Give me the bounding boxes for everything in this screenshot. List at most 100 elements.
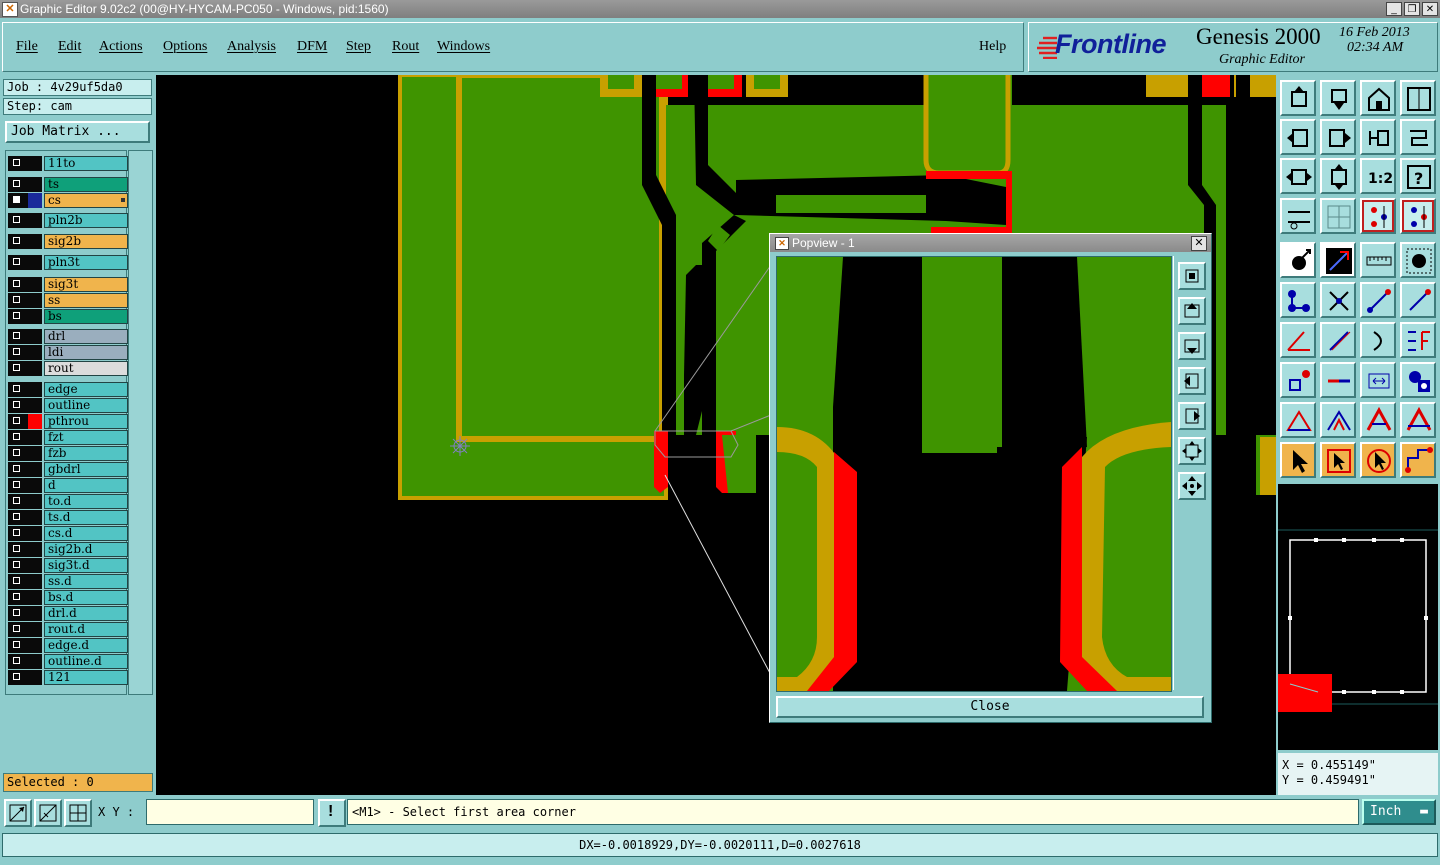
layer-marker[interactable] [28,510,42,525]
layer-marker[interactable] [28,309,42,324]
close-window-button[interactable]: ✕ [1422,2,1438,16]
pan-left-button[interactable] [1280,119,1316,155]
grid-button[interactable] [1320,198,1356,234]
layer-checkbox[interactable] [8,329,28,344]
layer-name[interactable]: pthrou [44,414,128,429]
layer-row-sig3t[interactable]: sig3t [6,277,128,292]
layer-row-121[interactable]: 121 [6,670,128,685]
overview-viewport[interactable] [1278,674,1332,712]
layer-row-outline[interactable]: outline [6,398,128,413]
menu-file[interactable]: File [16,39,38,55]
layer-row-gbdrl[interactable]: gbdrl [6,462,128,477]
layer-name[interactable]: d [44,478,128,493]
layer-checkbox[interactable] [8,293,28,308]
layer-checkbox[interactable] [8,255,28,270]
zoom-down-button[interactable] [1320,80,1356,116]
layer-row-d[interactable]: d [6,478,128,493]
home-button[interactable] [1360,80,1396,116]
layer-row-pln3t[interactable]: pln3t [6,255,128,270]
popview-close-button[interactable]: Close [776,696,1204,718]
layer-checkbox[interactable] [8,193,28,208]
layer-name[interactable]: sig2b.d [44,542,128,557]
layer-checkbox[interactable] [8,398,28,413]
net-alt-button[interactable] [1400,198,1436,234]
grid-snap-button[interactable] [64,799,92,827]
layer-marker[interactable] [28,574,42,589]
layer-checkbox[interactable] [8,382,28,397]
angle-button[interactable] [1280,322,1316,358]
xy-input[interactable] [146,799,314,825]
layer-list-scrollbar[interactable] [128,150,153,695]
layer-name[interactable]: ts [44,177,128,192]
layer-marker[interactable] [28,156,42,171]
layer-checkbox[interactable] [8,361,28,376]
layer-row-ts[interactable]: ts [6,177,128,192]
layer-row-fzt[interactable]: fzt [6,430,128,445]
layer-checkbox[interactable] [8,606,28,621]
menu-step[interactable]: Step [346,39,371,55]
layer-name[interactable]: drl [44,329,128,344]
layer-marker[interactable] [28,345,42,360]
popview-pan-left-button[interactable] [1178,367,1206,395]
layer-row-bs[interactable]: bs [6,309,128,324]
layer-name[interactable]: rout.d [44,622,128,637]
menu-help[interactable]: Help [979,39,1006,55]
tools-button[interactable] [1280,198,1316,234]
layer-name[interactable]: cs [44,193,128,208]
measure-line-button[interactable] [1320,242,1356,278]
line-button[interactable] [1360,282,1396,318]
layer-marker[interactable] [28,193,42,208]
layer-marker[interactable] [28,293,42,308]
layer-marker[interactable] [28,234,42,249]
layer-marker[interactable] [28,638,42,653]
minimize-button[interactable]: _ [1386,2,1402,16]
menu-analysis[interactable]: Analysis [227,39,276,55]
layer-name[interactable]: edge.d [44,638,128,653]
layer-name[interactable]: sig3t [44,277,128,292]
menu-dfm[interactable]: DFM [297,39,327,55]
layer-row-pthrou[interactable]: pthrou [6,414,128,429]
layer-row-ss-d[interactable]: ss.d [6,574,128,589]
layer-name[interactable]: outline.d [44,654,128,669]
layer-checkbox[interactable] [8,462,28,477]
layer-name[interactable]: bs [44,309,128,324]
fit-profile-button[interactable] [1320,158,1356,194]
layer-row-cs[interactable]: cs [6,193,128,208]
slash-button[interactable] [1320,322,1356,358]
split-button[interactable] [1320,362,1356,398]
layer-name[interactable]: fzb [44,446,128,461]
layer-marker[interactable] [28,462,42,477]
layer-row-edge-d[interactable]: edge.d [6,638,128,653]
layer-marker[interactable] [28,526,42,541]
layer-checkbox[interactable] [8,542,28,557]
layer-checkbox[interactable] [8,622,28,637]
units-selector[interactable]: Inch ▬ [1362,799,1436,825]
panel-button[interactable] [1400,80,1436,116]
popview-pan-up-button[interactable] [1178,297,1206,325]
popview-close-icon[interactable]: ✕ [1191,236,1207,251]
layer-marker[interactable] [28,361,42,376]
layer-row-sig2b[interactable]: sig2b [6,234,128,249]
layer-row-outline-d[interactable]: outline.d [6,654,128,669]
layer-marker[interactable] [28,654,42,669]
layer-marker[interactable] [28,430,42,445]
layer-name[interactable]: fzt [44,430,128,445]
layer-checkbox[interactable] [8,638,28,653]
layer-marker[interactable] [28,398,42,413]
layer-row-drl[interactable]: drl [6,329,128,344]
layer-checkbox[interactable] [8,446,28,461]
fit-button[interactable] [1280,158,1316,194]
popview-zoom-in-button[interactable] [1178,262,1206,290]
connect-button[interactable] [1280,282,1316,318]
one-to-one-button[interactable]: 1:2 [1360,158,1396,194]
layer-name[interactable]: ss [44,293,128,308]
overview-map[interactable] [1278,484,1438,750]
menu-options[interactable]: Options [163,39,207,55]
layer-name[interactable]: sig3t.d [44,558,128,573]
layer-marker[interactable] [28,255,42,270]
layer-name[interactable]: edge [44,382,128,397]
layer-name[interactable]: 121 [44,670,128,685]
layer-row-drl-d[interactable]: drl.d [6,606,128,621]
move-button[interactable] [1280,362,1316,398]
layer-checkbox[interactable] [8,414,28,429]
